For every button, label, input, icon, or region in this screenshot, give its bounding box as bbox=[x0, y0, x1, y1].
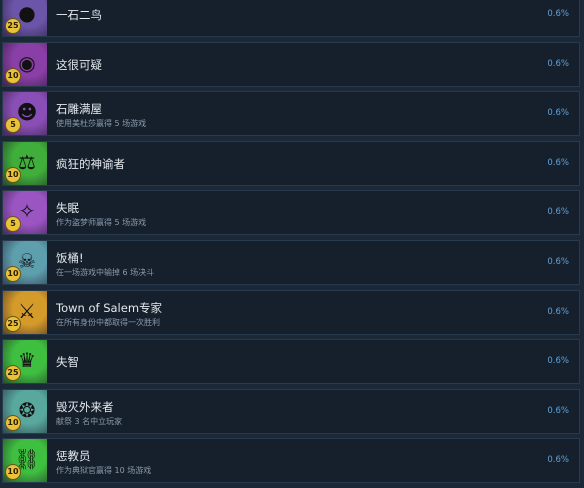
unlock-percentage: 0.6% bbox=[547, 356, 569, 367]
achievement-row[interactable]: ☠ 10 饭桶! 在一场游戏中输掉 6 场决斗 0.6% bbox=[2, 239, 580, 285]
unlock-percentage: 0.6% bbox=[547, 306, 569, 317]
scales-icon: ⚖ 10 bbox=[3, 141, 47, 185]
shackles-icon: ⛓ 10 bbox=[3, 439, 47, 483]
achievement-row[interactable]: ♛ 25 失智 0.6% bbox=[2, 339, 580, 385]
achievement-description: 作为盗梦师赢得 5 场游戏 bbox=[56, 218, 147, 228]
unlock-percentage: 0.6% bbox=[547, 405, 569, 416]
achievement-row[interactable]: ⛓ 10 惩教员作为典狱官赢得 10 场游戏 0.6% bbox=[2, 438, 580, 484]
achievement-title: 惩教员 bbox=[56, 449, 91, 464]
medusa-icon: ☻ 5 bbox=[3, 92, 47, 136]
achievement-title: 失眠 bbox=[56, 201, 79, 216]
dark-orb-icon: ● 25 bbox=[3, 0, 47, 36]
achievement-row[interactable]: ❂ 10 毁灭外来者献祭 3 名中立玩家 0.6% bbox=[2, 388, 580, 434]
achievement-title: 毁灭外来者 bbox=[56, 399, 114, 414]
achievement-title: 疯狂的神谕者 bbox=[56, 156, 125, 171]
points-badge: 10 bbox=[5, 265, 21, 282]
points-badge: 25 bbox=[5, 365, 21, 382]
unlock-percentage: 0.6% bbox=[547, 108, 569, 119]
points-badge: 5 bbox=[5, 117, 21, 134]
points-badge: 10 bbox=[5, 414, 21, 431]
achievement-row[interactable]: ⚖ 10 疯狂的神谕者 0.6% bbox=[2, 140, 580, 186]
achievement-list: ● 25 一石二鸟 0.6% ◉ 10 这很可疑 0.6% ☻ 5 石雕满屋使用美杜莎赢得 5 场游… bbox=[0, 0, 584, 488]
crown-icon: ♛ 25 bbox=[3, 340, 47, 384]
dreamcatcher-icon: ✧ 5 bbox=[3, 191, 47, 235]
achievement-title: Town of Salem专家 bbox=[56, 300, 163, 315]
achievement-title: 这很可疑 bbox=[56, 57, 102, 72]
unlock-percentage: 0.6% bbox=[547, 207, 569, 218]
points-badge: 10 bbox=[5, 464, 21, 481]
achievement-row[interactable]: ✧ 5 失眠作为盗梦师赢得 5 场游戏 0.6% bbox=[2, 190, 580, 236]
achievement-row[interactable]: ● 25 一石二鸟 0.6% bbox=[2, 0, 580, 37]
achievement-row[interactable]: ☻ 5 石雕满屋使用美杜莎赢得 5 场游戏 0.6% bbox=[2, 91, 580, 137]
achievement-description: 使用美杜莎赢得 5 场游戏 bbox=[56, 119, 147, 129]
black-hole-icon: ◉ 10 bbox=[3, 42, 47, 86]
unlock-percentage: 0.6% bbox=[547, 9, 569, 19]
achievement-description: 献祭 3 名中立玩家 bbox=[56, 416, 123, 426]
unlock-percentage: 0.6% bbox=[547, 58, 569, 69]
achievement-title: 饭桶! bbox=[56, 250, 84, 265]
pirate-flag-icon: ☠ 10 bbox=[3, 240, 47, 284]
points-badge: 10 bbox=[5, 166, 21, 183]
ritual-icon: ❂ 10 bbox=[3, 389, 47, 433]
unlock-percentage: 0.6% bbox=[547, 256, 569, 267]
achievement-row[interactable]: ⚔ 25 Town of Salem专家在所有身份中都取得一次胜利 0.6% bbox=[2, 289, 580, 335]
unlock-percentage: 0.6% bbox=[547, 157, 569, 168]
points-badge: 10 bbox=[5, 67, 21, 84]
achievement-description: 在一场游戏中输掉 6 场决斗 bbox=[56, 267, 155, 277]
points-badge: 25 bbox=[5, 18, 21, 34]
points-badge: 5 bbox=[5, 216, 21, 233]
unlock-percentage: 0.6% bbox=[547, 455, 569, 466]
achievement-description: 作为典狱官赢得 10 场游戏 bbox=[56, 466, 152, 476]
achievement-title: 失智 bbox=[56, 355, 79, 370]
achievement-description: 在所有身份中都取得一次胜利 bbox=[56, 317, 160, 327]
achievement-title: 一石二鸟 bbox=[56, 8, 102, 22]
achievement-title: 石雕满屋 bbox=[56, 102, 102, 117]
sword-potion-icon: ⚔ 25 bbox=[3, 290, 47, 334]
points-badge: 25 bbox=[5, 315, 21, 332]
achievement-row[interactable]: ◉ 10 这很可疑 0.6% bbox=[2, 41, 580, 87]
